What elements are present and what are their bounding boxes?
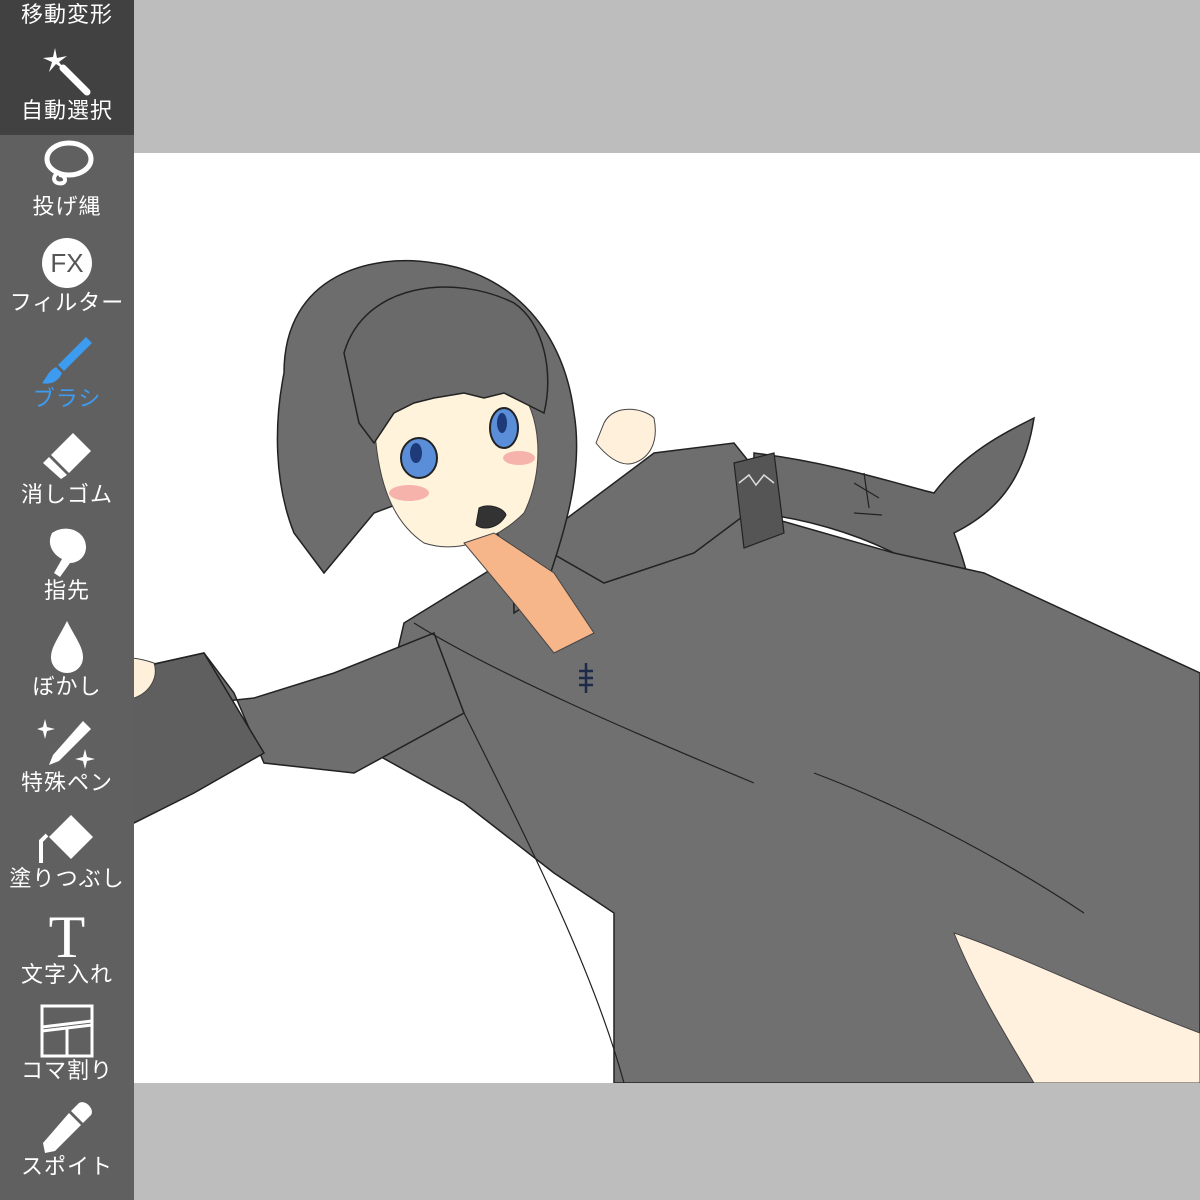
special-pen-icon xyxy=(37,715,97,771)
tool-label: ブラシ xyxy=(32,387,102,412)
tool-label: 塗りつぶし xyxy=(9,867,125,892)
tool-label: 特殊ペン xyxy=(20,771,113,796)
tool-finger-smudge[interactable]: 指先 xyxy=(0,519,134,615)
blur-drop-icon xyxy=(37,619,97,675)
tool-filter[interactable]: FX フィルター xyxy=(0,231,134,327)
tool-blur[interactable]: ぼかし xyxy=(0,615,134,711)
fx-glyph: FX xyxy=(50,248,83,278)
tool-magic-wand[interactable]: 自動選択 xyxy=(0,39,134,135)
tool-brush[interactable]: ブラシ xyxy=(0,327,134,423)
brush-icon xyxy=(37,331,97,387)
tool-label: コマ割り xyxy=(20,1059,113,1084)
tool-eyedropper[interactable]: スポイト xyxy=(0,1095,134,1191)
artwork xyxy=(134,260,1200,1083)
tool-label: 消しゴム xyxy=(20,483,113,508)
tool-lasso[interactable]: 投げ縄 xyxy=(0,135,134,231)
tool-move-transform[interactable]: 移動変形 xyxy=(0,0,134,39)
tool-label: フィルター xyxy=(9,291,125,316)
magic-wand-icon xyxy=(37,43,97,99)
tool-label: ぼかし xyxy=(32,675,102,700)
tool-label: 自動選択 xyxy=(20,99,113,124)
tool-label: スポイト xyxy=(20,1155,113,1180)
tool-label: 投げ縄 xyxy=(32,195,102,220)
tool-label: 指先 xyxy=(43,579,90,604)
tool-palette: 移動変形 自動選択 投げ縄 FX フィルター ブラシ 消しゴム 指先 ぼかし 特… xyxy=(0,0,134,1200)
fx-filter-icon: FX xyxy=(37,235,97,291)
tool-special-pen[interactable]: 特殊ペン xyxy=(0,711,134,807)
tool-label: 移動変形 xyxy=(20,3,113,28)
workspace[interactable] xyxy=(0,0,1200,1200)
tool-fill-bucket[interactable]: 塗りつぶし xyxy=(0,807,134,903)
fill-bucket-icon xyxy=(37,811,97,867)
tool-label: 文字入れ xyxy=(20,963,113,988)
text-icon: T xyxy=(37,907,97,963)
finger-smudge-icon xyxy=(37,523,97,579)
panel-divide-icon xyxy=(37,1003,97,1059)
tool-panel-divide[interactable]: コマ割り xyxy=(0,999,134,1095)
right-hand xyxy=(595,408,656,465)
text-glyph: T xyxy=(49,907,86,963)
eyedropper-icon xyxy=(37,1099,97,1155)
drawing-canvas[interactable] xyxy=(134,153,1200,1083)
lasso-icon xyxy=(37,139,97,195)
eraser-icon xyxy=(37,427,97,483)
tool-text[interactable]: T 文字入れ xyxy=(0,903,134,999)
tool-eraser[interactable]: 消しゴム xyxy=(0,423,134,519)
